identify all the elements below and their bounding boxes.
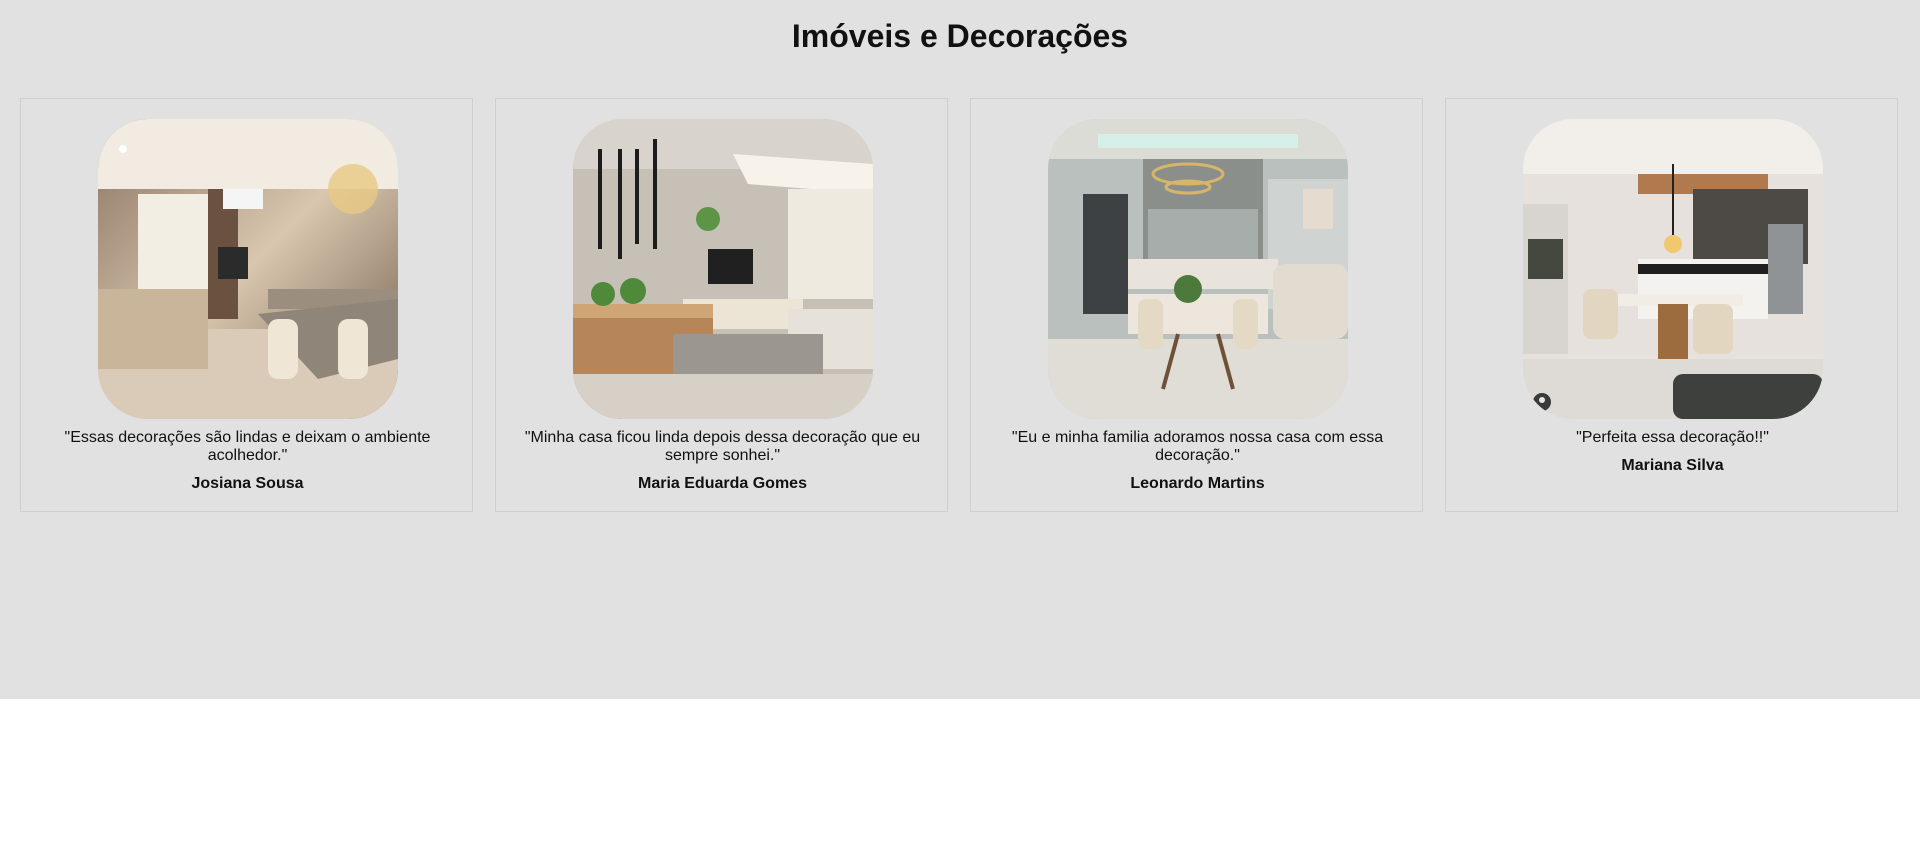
testimonial-author: Maria Eduarda Gomes: [638, 475, 807, 492]
testimonial-author: Josiana Sousa: [191, 475, 304, 492]
testimonial-quote: "Minha casa ficou linda depois dessa dec…: [524, 429, 921, 464]
open-living-kitchen-photo: [573, 119, 873, 419]
testimonial-quote: "Essas decorações são lindas e deixam o …: [64, 429, 431, 464]
testimonial-card: "Essas decorações são lindas e deixam o …: [20, 98, 473, 512]
testimonial-quote: "Eu e minha familia adoramos nossa casa …: [1011, 429, 1384, 464]
testimonial-author: Leonardo Martins: [1130, 475, 1265, 492]
testimonial-card: "Minha casa ficou linda depois dessa dec…: [495, 98, 948, 512]
testimonial-author: Mariana Silva: [1621, 457, 1724, 474]
modern-kitchen-photo: [1523, 119, 1823, 419]
user-icon: [1533, 393, 1551, 411]
testimonial-card: "Perfeita essa decoração!!" Mariana Silv…: [1445, 98, 1898, 512]
page-title: Imóveis e Decorações: [791, 18, 1129, 54]
kitchen-dining-room-photo: [1048, 119, 1348, 419]
testimonial-card: "Eu e minha familia adoramos nossa casa …: [970, 98, 1423, 512]
testimonials-section: Imóveis e Decorações "Essas decorações s…: [0, 0, 1920, 699]
living-dining-room-photo: [98, 119, 398, 419]
testimonial-quote: "Perfeita essa decoração!!": [1576, 429, 1769, 446]
